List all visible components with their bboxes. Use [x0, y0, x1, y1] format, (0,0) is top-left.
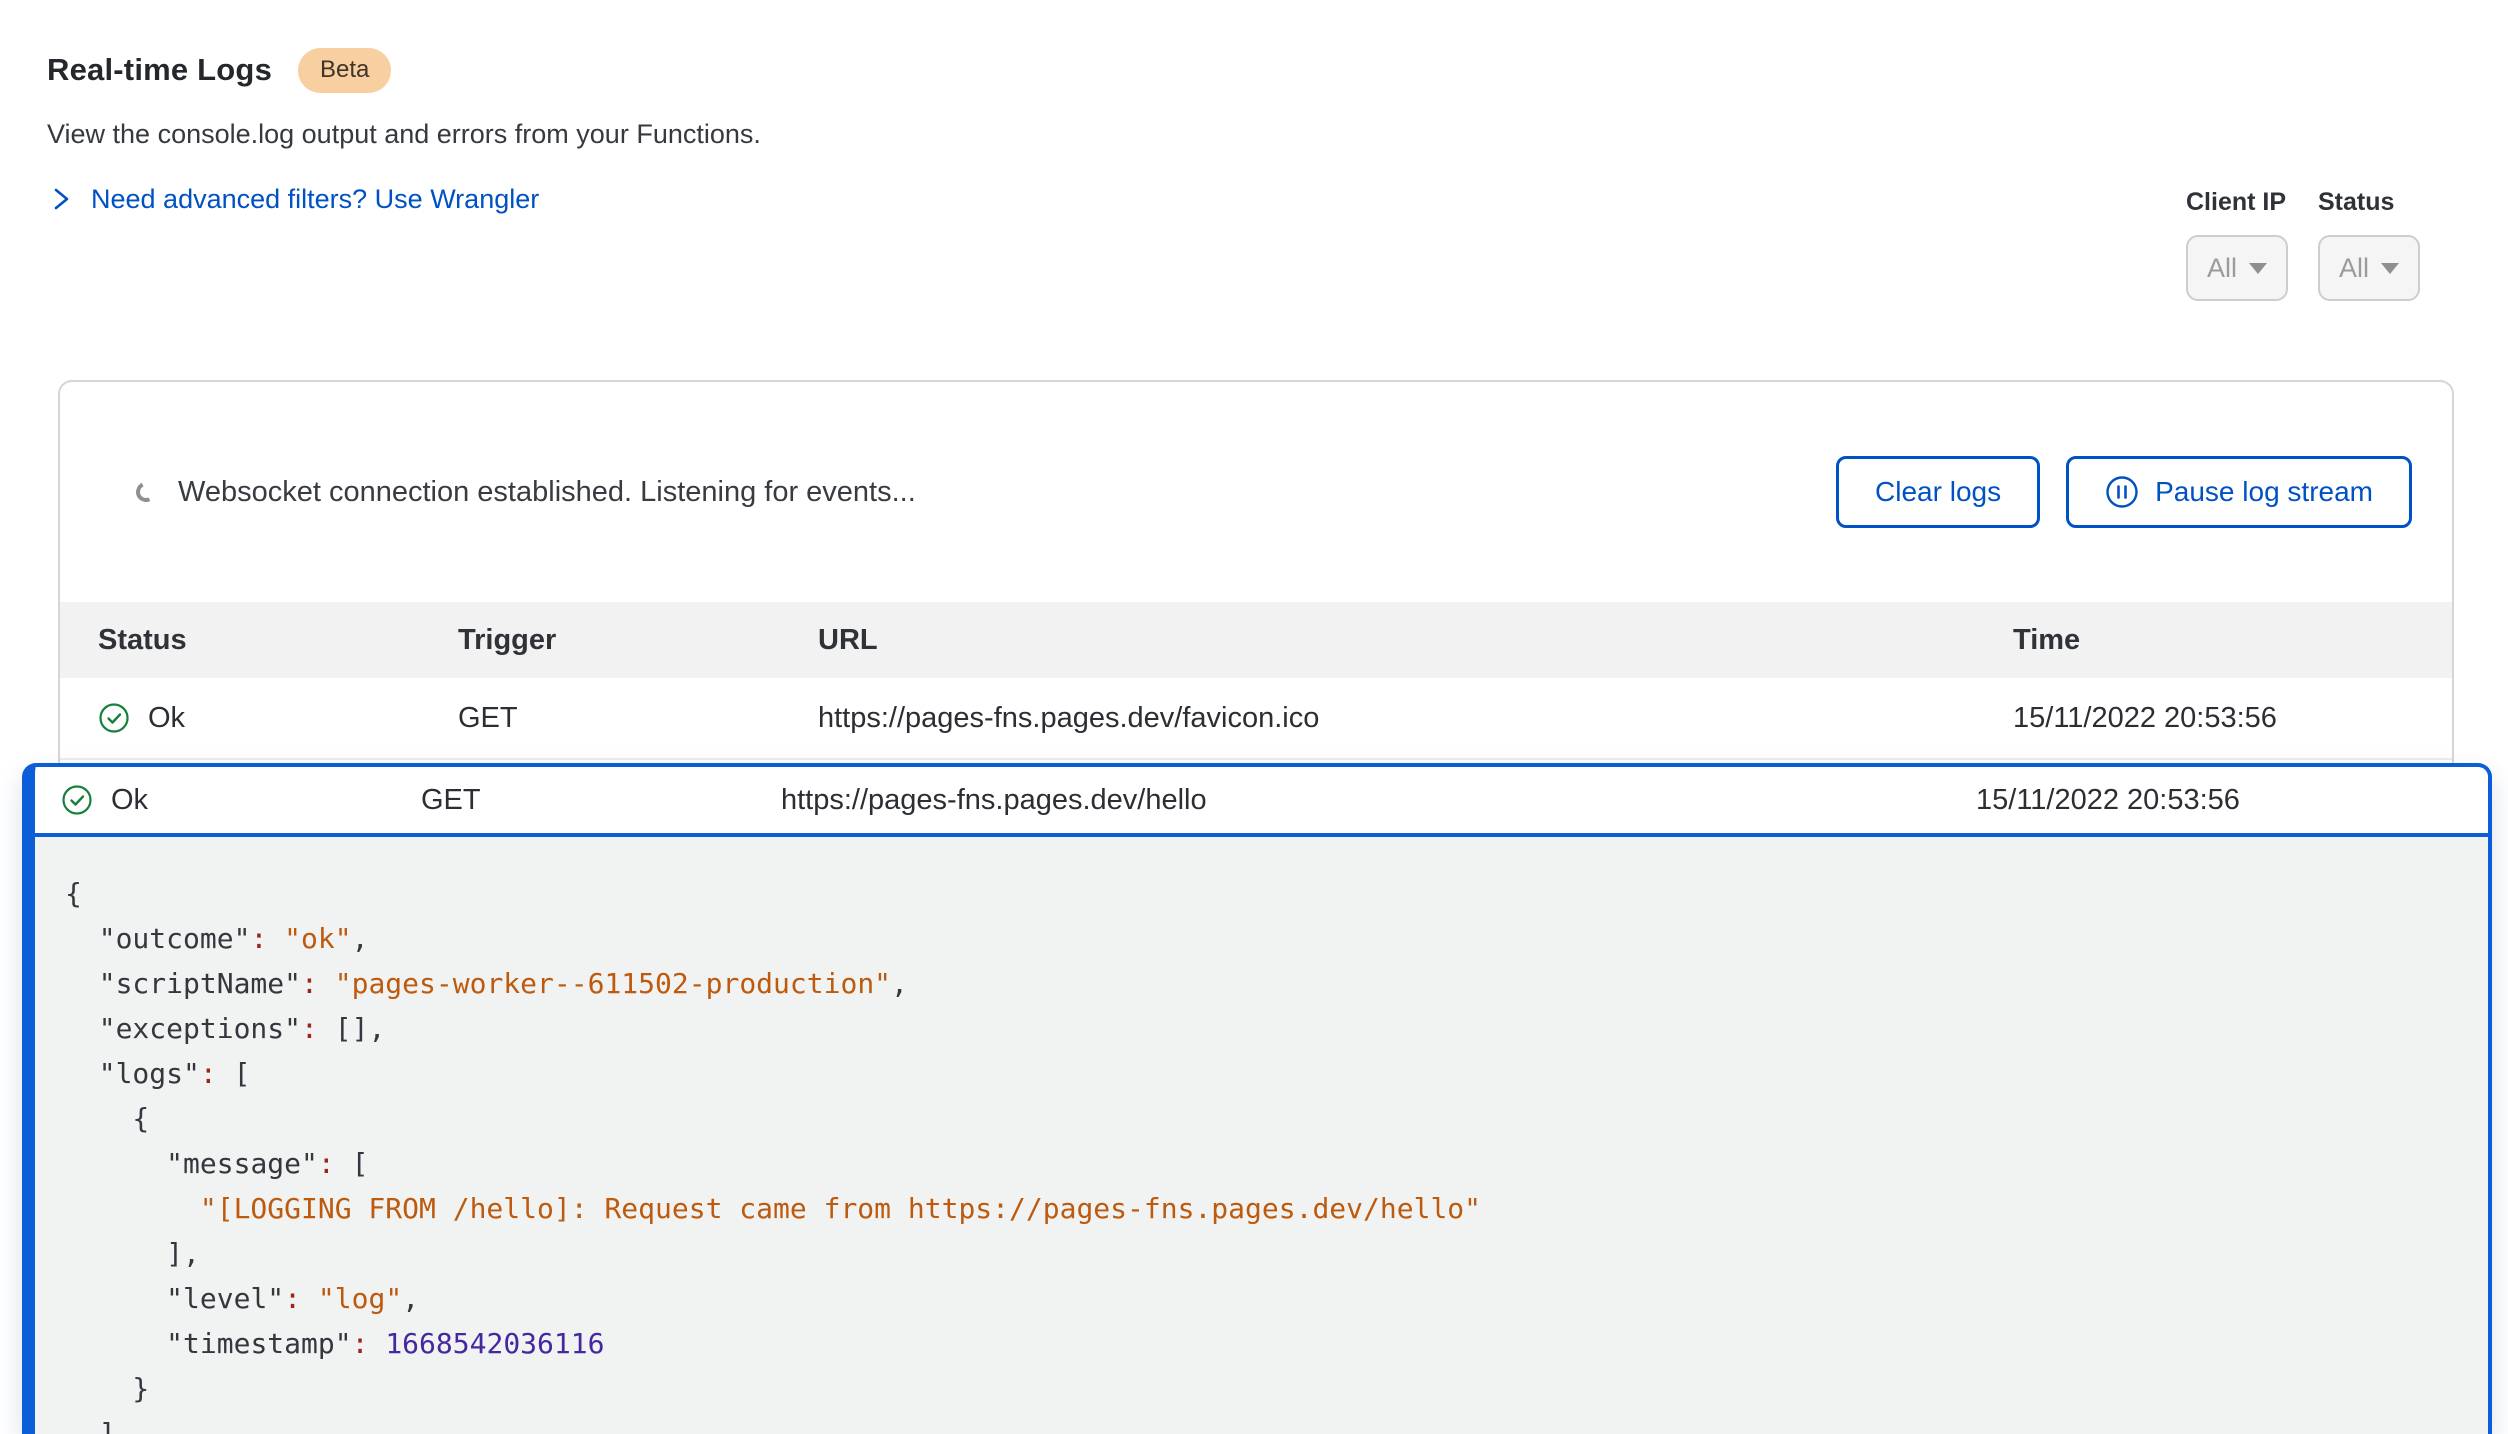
log-table-header: Status Trigger URL Time	[60, 602, 2452, 678]
beta-badge: Beta	[298, 48, 391, 93]
caret-down-icon	[2381, 263, 2399, 274]
pause-log-stream-button[interactable]: Pause log stream	[2066, 456, 2412, 528]
spinner-icon	[133, 479, 159, 505]
client-ip-filter-dropdown[interactable]: All	[2186, 235, 2288, 301]
pause-icon	[2105, 475, 2139, 509]
client-ip-filter-label: Client IP	[2186, 188, 2288, 217]
clear-logs-button[interactable]: Clear logs	[1836, 456, 2040, 528]
log-row-status: Ok	[148, 702, 185, 735]
log-row-url: https://pages-fns.pages.dev/hello	[781, 784, 1976, 817]
advanced-filters-disclosure[interactable]: Need advanced filters? Use Wrangler	[47, 184, 761, 215]
log-row-time: 15/11/2022 20:53:56	[2013, 702, 2414, 735]
success-check-icon	[98, 702, 130, 734]
column-header-url: URL	[818, 624, 2013, 657]
log-row-time: 15/11/2022 20:53:56	[1976, 784, 2448, 817]
client-ip-filter-value: All	[2207, 253, 2237, 284]
realtime-logs-page: Real-time Logs Beta View the console.log…	[0, 0, 2508, 1434]
chevron-right-icon	[47, 185, 75, 213]
websocket-status-text: Websocket connection established. Listen…	[178, 476, 916, 509]
page-subtitle: View the console.log output and errors f…	[47, 119, 761, 150]
column-header-time: Time	[2013, 624, 2414, 657]
log-row-trigger: GET	[421, 784, 781, 817]
log-toolbar: Websocket connection established. Listen…	[60, 382, 2452, 528]
wrangler-link[interactable]: Need advanced filters? Use Wrangler	[91, 184, 539, 215]
page-title: Real-time Logs	[47, 52, 272, 88]
log-row-trigger: GET	[458, 702, 818, 735]
column-header-status: Status	[98, 624, 458, 657]
column-header-trigger: Trigger	[458, 624, 818, 657]
page-header: Real-time Logs Beta View the console.log…	[47, 48, 761, 215]
pause-log-stream-label: Pause log stream	[2155, 476, 2373, 508]
caret-down-icon	[2249, 263, 2267, 274]
log-row-status: Ok	[111, 784, 148, 817]
log-row-favicon[interactable]: Ok GET https://pages-fns.pages.dev/favic…	[60, 678, 2452, 760]
status-filter-dropdown[interactable]: All	[2318, 235, 2420, 301]
success-check-icon	[61, 784, 93, 816]
log-row-url: https://pages-fns.pages.dev/favicon.ico	[818, 702, 2013, 735]
log-detail-json: { "outcome": "ok", "scriptName": "pages-…	[35, 837, 2488, 1434]
status-filter-label: Status	[2318, 188, 2420, 217]
expanded-log-entry: Ok GET https://pages-fns.pages.dev/hello…	[22, 763, 2492, 1434]
clear-logs-label: Clear logs	[1875, 476, 2001, 508]
log-row-hello-selected[interactable]: Ok GET https://pages-fns.pages.dev/hello…	[35, 767, 2488, 837]
status-filter-value: All	[2339, 253, 2369, 284]
filters: Client IP All Status All	[2186, 188, 2420, 301]
websocket-status: Websocket connection established. Listen…	[136, 476, 916, 509]
